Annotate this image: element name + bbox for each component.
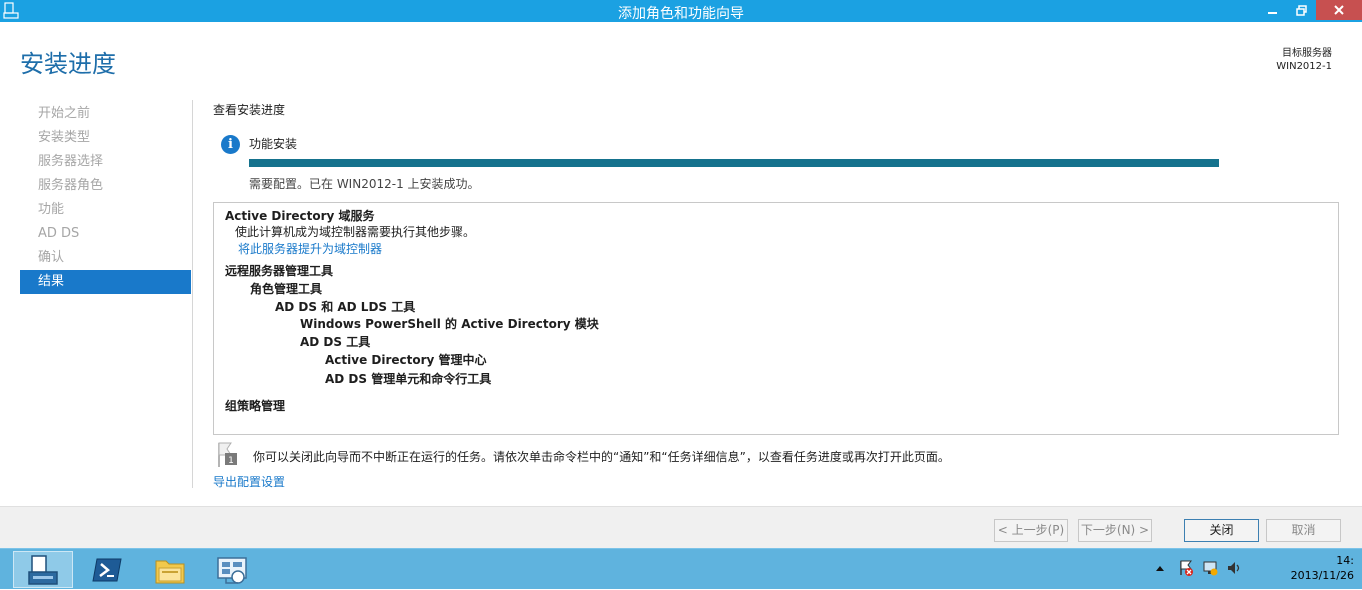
action-center-icon[interactable] [1178, 560, 1194, 576]
result-ad-ds: Active Directory 域服务 [225, 209, 375, 223]
promote-to-dc-link[interactable]: 将此服务器提升为域控制器 [238, 240, 382, 257]
result-ad-ds-lds-tools: AD DS 和 AD LDS 工具 [275, 300, 416, 314]
installation-results-list: Active Directory 域服务 使此计算机成为域控制器需要执行其他步骤… [213, 202, 1339, 435]
title-bar: 添加角色和功能向导 [0, 0, 1362, 22]
nav-item-confirmation[interactable]: 确认 [20, 246, 191, 270]
network-icon[interactable] [1202, 560, 1218, 576]
powershell-icon [92, 558, 122, 581]
nav-item-features[interactable]: 功能 [20, 198, 191, 222]
wizard-footer: < 上一步(P) 下一步(N) > 关闭 取消 [0, 506, 1362, 548]
nav-item-results[interactable]: 结果 [20, 270, 191, 294]
export-config-link[interactable]: 导出配置设置 [213, 473, 285, 490]
close-window-button[interactable] [1316, 0, 1362, 20]
installation-progress-bar [249, 159, 1219, 167]
notification-badge: 1 [228, 456, 234, 466]
volume-icon[interactable] [1226, 560, 1242, 576]
result-group-policy-mgmt: 组策略管理 [225, 399, 286, 413]
window-title: 添加角色和功能向导 [618, 6, 744, 22]
progress-fill [249, 159, 1219, 167]
taskbar-clock[interactable]: 14: 2013/11/26 [1291, 553, 1354, 583]
clock-time: 14: [1336, 554, 1354, 567]
file-explorer-icon [155, 560, 185, 583]
taskbar: 14: 2013/11/26 [0, 548, 1362, 589]
target-server-label: 目标服务器 [1282, 48, 1332, 59]
result-role-admin-tools: 角色管理工具 [250, 282, 323, 296]
previous-button[interactable]: < 上一步(P) [994, 519, 1068, 542]
cancel-button[interactable]: 取消 [1266, 519, 1341, 542]
notification-flag-icon: 1 [218, 442, 237, 467]
server-manager-icon [28, 554, 58, 585]
nav-item-server-roles[interactable]: 服务器角色 [20, 174, 191, 198]
taskbar-file-explorer[interactable] [140, 551, 200, 588]
restore-button[interactable] [1288, 0, 1314, 20]
background-task-note: 你可以关闭此向导而不中断正在运行的任务。请依次单击命令栏中的“通知”和“任务详细… [253, 450, 950, 464]
taskbar-server-manager[interactable] [13, 551, 73, 588]
show-hidden-icons-icon[interactable] [1155, 564, 1165, 572]
page-title: 安装进度 [20, 50, 116, 78]
nav-item-installation-type[interactable]: 安装类型 [20, 126, 191, 150]
installation-status: 需要配置。已在 WIN2012-1 上安装成功。 [249, 177, 480, 191]
taskbar-powershell[interactable] [77, 551, 137, 588]
result-ad-ds-note: 使此计算机成为域控制器需要执行其他步骤。 [235, 225, 476, 239]
next-button[interactable]: 下一步(N) > [1078, 519, 1152, 542]
close-icon [1334, 5, 1344, 15]
nav-item-server-selection[interactable]: 服务器选择 [20, 150, 191, 174]
result-ad-powershell-module: Windows PowerShell 的 Active Directory 模块 [300, 317, 599, 331]
result-ad-admin-center: Active Directory 管理中心 [325, 353, 487, 367]
minimize-button[interactable] [1260, 0, 1286, 20]
nav-item-ad-ds[interactable]: AD DS [20, 222, 191, 246]
info-icon: i [221, 135, 240, 154]
section-title: 查看安装进度 [213, 103, 286, 117]
result-rsat: 远程服务器管理工具 [225, 264, 334, 278]
target-server-name: WIN2012-1 [1276, 61, 1332, 72]
minimize-icon [1268, 12, 1277, 14]
nav-divider [192, 100, 193, 488]
control-panel-icon [217, 556, 247, 584]
clock-date: 2013/11/26 [1290, 569, 1354, 582]
feature-installation-label: 功能安装 [249, 137, 298, 151]
result-ad-ds-tools: AD DS 工具 [300, 335, 371, 349]
result-ad-ds-snapins: AD DS 管理单元和命令行工具 [325, 372, 492, 386]
taskbar-control-panel[interactable] [202, 551, 262, 588]
nav-item-before-you-begin[interactable]: 开始之前 [20, 102, 191, 126]
target-server: 目标服务器 WIN2012-1 [1276, 47, 1332, 73]
restore-icon [1295, 4, 1307, 16]
wizard-steps-nav: 开始之前 安装类型 服务器选择 服务器角色 功能 AD DS 确认 结果 [20, 102, 191, 294]
close-button[interactable]: 关闭 [1184, 519, 1259, 542]
